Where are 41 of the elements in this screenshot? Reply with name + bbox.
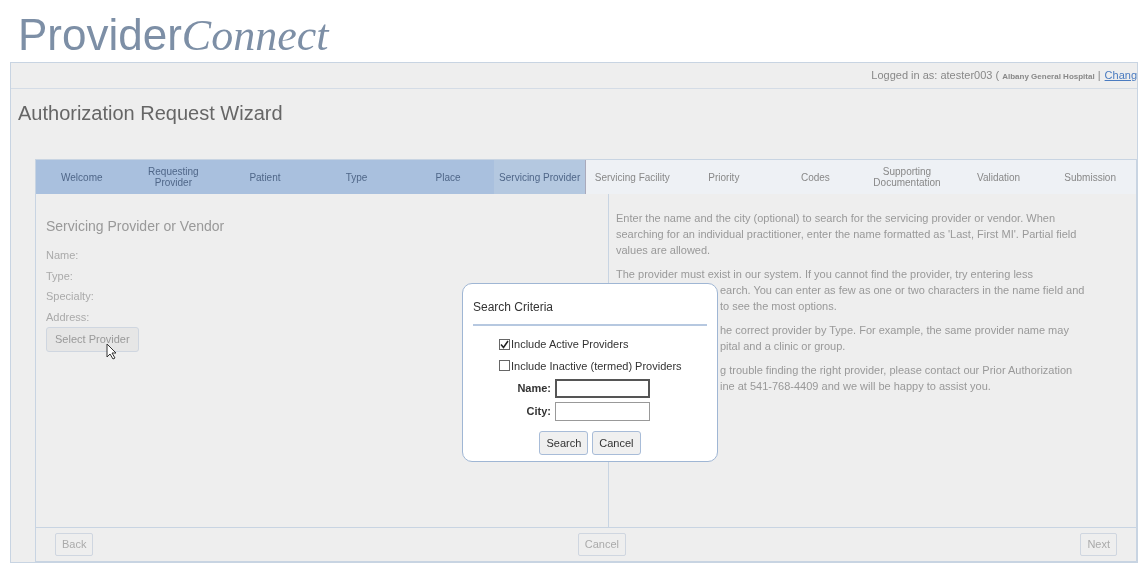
dialog-button[interactable]: Cancel [592, 431, 641, 455]
checkbox-label: Include Active Providers [511, 337, 629, 352]
help-text: searching for an individual practitioner, enter the name formatted as 'Last, First MI'. Partial field [616, 227, 1077, 242]
help-text: pital and a clinic or group. [720, 339, 846, 354]
input-field[interactable] [555, 379, 650, 398]
page-title: Authorization Request Wizard [18, 101, 283, 126]
help-text: The provider must exist in our system. If you cannot find the provider, try entering less [616, 267, 1033, 282]
wizard-step[interactable]: Patient [219, 160, 311, 194]
dialog-title: Search Criteria [473, 300, 554, 314]
cancel-button[interactable]: Cancel [577, 533, 627, 556]
field-label: Name: [46, 248, 80, 263]
help-text: g trouble finding the right provider, please contact our Prior Authorization [720, 363, 1073, 378]
login-info: Logged in as: atester003 ( Albany General Hospital | [871, 68, 1101, 84]
checkbox-label: Include Inactive (termed) Providers [511, 358, 682, 374]
help-text: earch. You can enter as few as one or two characters in the name field and [720, 283, 1085, 298]
help-text: ine at 541-768-4409 and we will be happy to assist you. [720, 379, 991, 394]
field-label: City: [525, 404, 552, 420]
dialog-button[interactable]: Search [539, 431, 589, 455]
back-button[interactable]: Back [55, 533, 94, 556]
help-text: values are allowed. [616, 243, 711, 258]
checkbox[interactable] [499, 338, 510, 350]
help-text: to see the most options. [720, 299, 837, 314]
cursor-icon [106, 343, 118, 360]
field-label: Name: [516, 381, 552, 397]
change-link[interactable]: Chang [1104, 67, 1137, 84]
next-button[interactable]: Next [1080, 533, 1117, 556]
wizard-step[interactable]: Place [402, 160, 494, 194]
select-provider-button[interactable]: Select Provider [46, 327, 139, 352]
input-field[interactable] [555, 402, 650, 421]
checkbox[interactable] [499, 360, 510, 372]
help-text: he correct provider by Type. For example, the same provider name may [720, 323, 1069, 338]
field-label: Address: [46, 309, 91, 325]
logo: ProviderConnect [18, 9, 329, 62]
field-label: Specialty: [46, 289, 95, 304]
wizard-step[interactable]: Type [310, 160, 403, 194]
wizard-step[interactable]: Requesting Provider [127, 160, 220, 194]
wizard-step[interactable]: Servicing Provider [493, 160, 587, 194]
wizard-step[interactable]: Welcome [36, 160, 128, 194]
field-label: Type: [46, 268, 74, 284]
help-text: Enter the name and the city (optional) to search for the servicing provider or vendor. When [616, 211, 1055, 226]
section-heading: Servicing Provider or Vendor [46, 217, 226, 236]
